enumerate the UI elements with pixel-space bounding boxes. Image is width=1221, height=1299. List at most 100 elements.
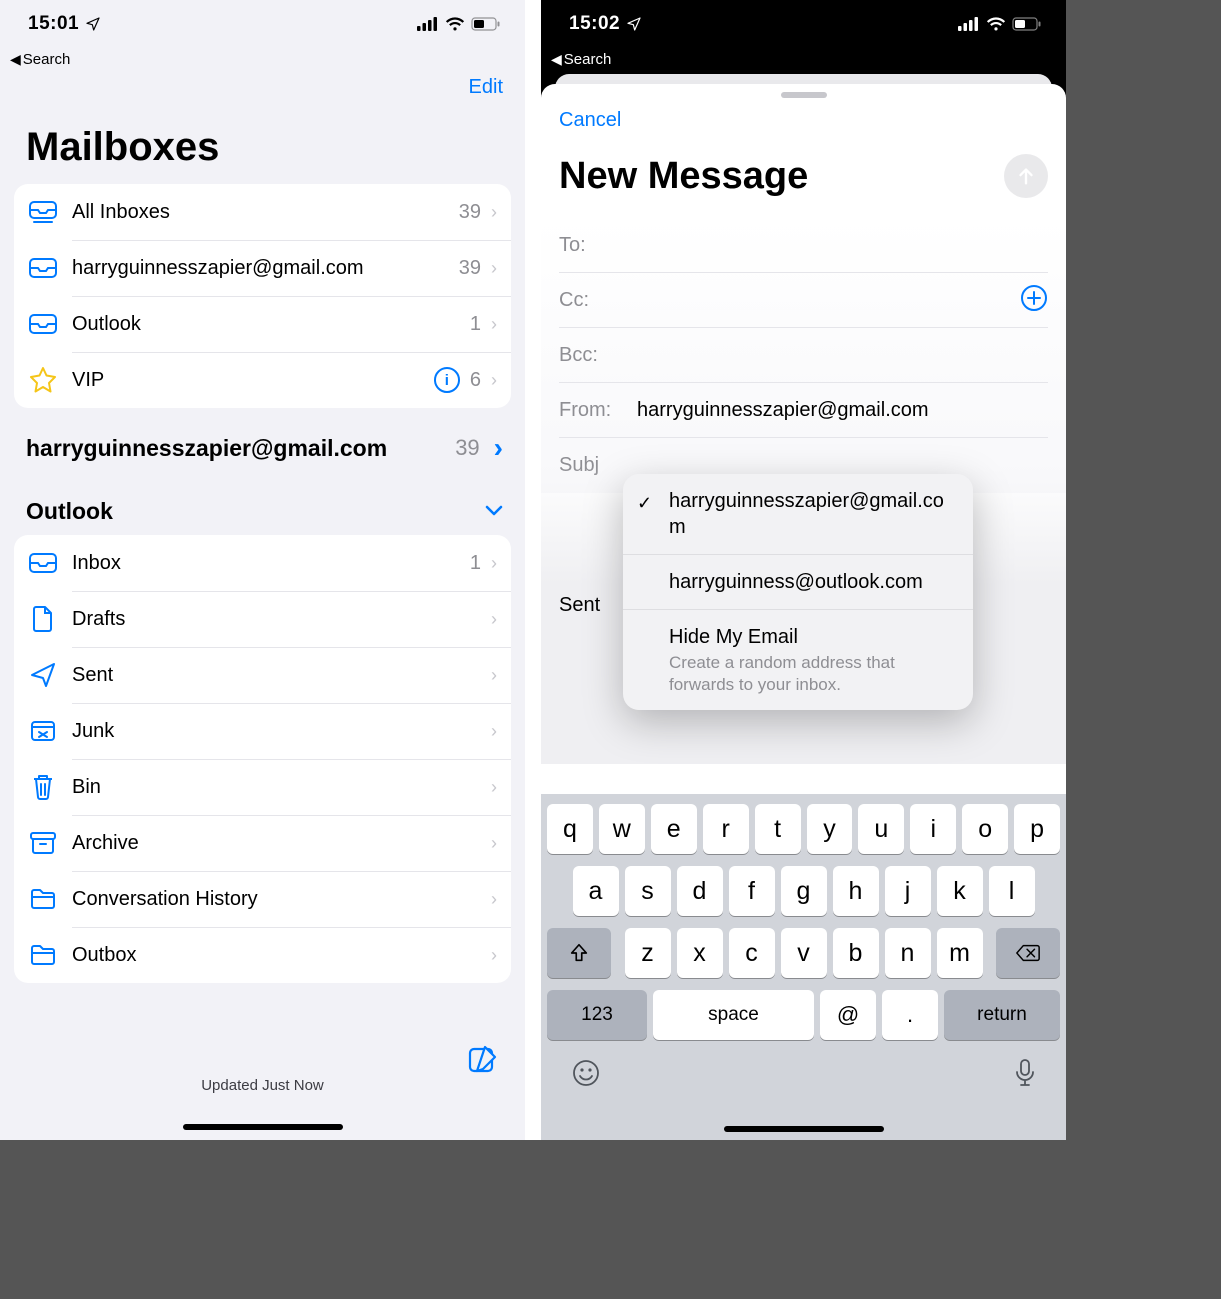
- body-preview[interactable]: Sent: [541, 564, 618, 647]
- dot-key[interactable]: .: [882, 990, 938, 1040]
- doc-icon: [14, 605, 72, 633]
- bcc-field[interactable]: Bcc:: [559, 328, 1048, 383]
- mailbox-row[interactable]: Outlook1›: [14, 296, 511, 352]
- key-b[interactable]: b: [833, 928, 879, 978]
- back-to-search[interactable]: ◀ Search: [0, 48, 525, 70]
- account-section-header[interactable]: harryguinnesszapier@gmail.com39›: [0, 408, 525, 474]
- key-f[interactable]: f: [729, 866, 775, 916]
- info-button[interactable]: i: [434, 367, 460, 393]
- key-c[interactable]: c: [729, 928, 775, 978]
- key-n[interactable]: n: [885, 928, 931, 978]
- from-option[interactable]: harryguinness@outlook.com: [623, 554, 973, 609]
- send-icon: [14, 661, 72, 689]
- unread-count: 1: [470, 552, 481, 575]
- mailbox-row[interactable]: Bin›: [14, 759, 511, 815]
- key-i[interactable]: i: [910, 804, 956, 854]
- back-triangle-icon: ◀: [10, 51, 21, 68]
- to-field[interactable]: To:: [559, 218, 1048, 273]
- back-to-search[interactable]: ◀ Search: [541, 48, 1066, 70]
- account-section-header[interactable]: Outlook: [0, 474, 525, 535]
- cancel-button[interactable]: Cancel: [559, 109, 621, 132]
- mailbox-row[interactable]: Sent›: [14, 647, 511, 703]
- wifi-icon: [445, 17, 465, 31]
- compose-sheet: Cancel New Message To: Cc: Bcc: From: ha…: [541, 84, 1066, 1140]
- accounts-card: All Inboxes39›harryguinnesszapier@gmail.…: [14, 184, 511, 408]
- compose-icon: [467, 1043, 499, 1075]
- key-w[interactable]: w: [599, 804, 645, 854]
- key-q[interactable]: q: [547, 804, 593, 854]
- from-label: From:: [559, 399, 637, 422]
- key-d[interactable]: d: [677, 866, 723, 916]
- key-k[interactable]: k: [937, 866, 983, 916]
- at-key[interactable]: @: [820, 990, 876, 1040]
- mailbox-label: Bin: [72, 776, 491, 799]
- from-option-label: harryguinnesszapier@gmail.com: [669, 488, 955, 540]
- from-option[interactable]: ✓ harryguinnesszapier@gmail.com: [623, 474, 973, 554]
- mailbox-row[interactable]: Junk›: [14, 703, 511, 759]
- chevron-right-icon: ›: [491, 721, 497, 742]
- mailbox-row[interactable]: Inbox1›: [14, 535, 511, 591]
- key-m[interactable]: m: [937, 928, 983, 978]
- key-p[interactable]: p: [1014, 804, 1060, 854]
- mailbox-row[interactable]: harryguinnesszapier@gmail.com39›: [14, 240, 511, 296]
- cellular-icon: [958, 17, 980, 31]
- key-s[interactable]: s: [625, 866, 671, 916]
- backspace-key[interactable]: [996, 928, 1060, 978]
- home-indicator[interactable]: [724, 1126, 884, 1132]
- key-y[interactable]: y: [807, 804, 853, 854]
- key-g[interactable]: g: [781, 866, 827, 916]
- mailbox-row[interactable]: Conversation History›: [14, 871, 511, 927]
- inbox-icon: [14, 257, 72, 279]
- chevron-right-icon: ›: [491, 777, 497, 798]
- return-key[interactable]: return: [944, 990, 1060, 1040]
- key-l[interactable]: l: [989, 866, 1035, 916]
- cc-field[interactable]: Cc:: [559, 273, 1048, 328]
- key-j[interactable]: j: [885, 866, 931, 916]
- account-name: Outlook: [26, 498, 485, 525]
- key-t[interactable]: t: [755, 804, 801, 854]
- mailbox-label: Outlook: [72, 313, 470, 336]
- chevron-right-icon: ›: [491, 609, 497, 630]
- mailbox-row[interactable]: Archive›: [14, 815, 511, 871]
- dictation-button[interactable]: [1014, 1058, 1036, 1093]
- status-time: 15:02: [569, 13, 620, 35]
- space-key[interactable]: space: [653, 990, 814, 1040]
- key-e[interactable]: e: [651, 804, 697, 854]
- numbers-key[interactable]: 123: [547, 990, 647, 1040]
- key-u[interactable]: u: [858, 804, 904, 854]
- from-field[interactable]: From: harryguinnesszapier@gmail.com: [559, 383, 1048, 438]
- mailbox-row[interactable]: All Inboxes39›: [14, 184, 511, 240]
- add-contact-button[interactable]: [1020, 284, 1048, 317]
- emoji-icon: [571, 1058, 601, 1088]
- send-button[interactable]: [1004, 154, 1048, 198]
- checkmark-icon: ✓: [637, 492, 652, 515]
- from-option[interactable]: Hide My EmailCreate a random address tha…: [623, 609, 973, 710]
- mailbox-label: Drafts: [72, 608, 491, 631]
- edit-button[interactable]: Edit: [0, 70, 525, 99]
- mailbox-row[interactable]: Outbox›: [14, 927, 511, 983]
- key-o[interactable]: o: [962, 804, 1008, 854]
- junk-icon: [14, 719, 72, 743]
- mailbox-row[interactable]: Drafts›: [14, 591, 511, 647]
- key-r[interactable]: r: [703, 804, 749, 854]
- mailbox-row[interactable]: VIPi6›: [14, 352, 511, 408]
- key-x[interactable]: x: [677, 928, 723, 978]
- mailbox-label: Junk: [72, 720, 491, 743]
- home-indicator[interactable]: [183, 1124, 343, 1130]
- chevron-right-icon: ›: [491, 202, 497, 223]
- from-value: harryguinnesszapier@gmail.com: [637, 399, 929, 422]
- battery-icon: [471, 17, 501, 31]
- from-option-subtitle: Create a random address that forwards to…: [669, 650, 955, 696]
- emoji-button[interactable]: [571, 1058, 601, 1093]
- compose-button[interactable]: [467, 1043, 499, 1080]
- key-h[interactable]: h: [833, 866, 879, 916]
- shift-key[interactable]: [547, 928, 611, 978]
- key-a[interactable]: a: [573, 866, 619, 916]
- mailbox-label: All Inboxes: [72, 201, 459, 224]
- key-v[interactable]: v: [781, 928, 827, 978]
- key-z[interactable]: z: [625, 928, 671, 978]
- chevron-right-icon: ›: [491, 370, 497, 391]
- status-time: 15:01: [28, 13, 79, 35]
- inbox-icon: [14, 313, 72, 335]
- chevron-right-icon: ›: [491, 314, 497, 335]
